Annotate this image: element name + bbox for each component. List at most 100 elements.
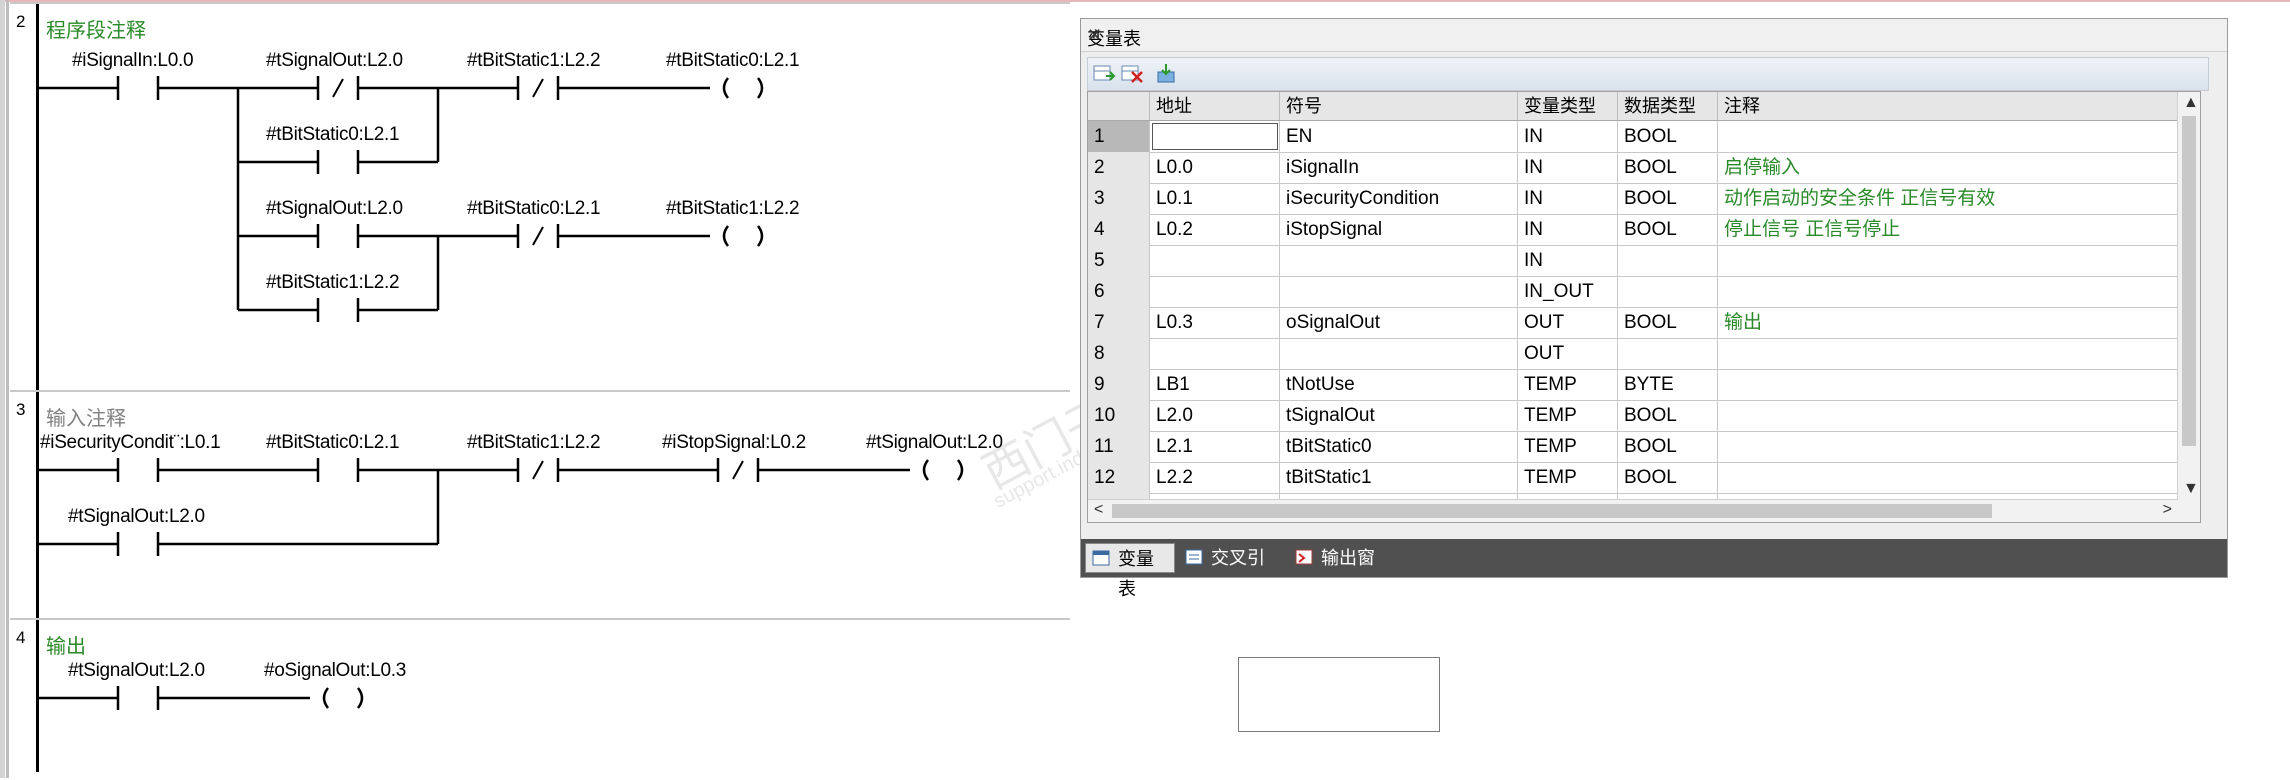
close-icon[interactable]: ✕	[1087, 25, 2219, 46]
cell-data-type[interactable]	[1618, 338, 1718, 369]
cell-comment[interactable]	[1718, 369, 2178, 400]
scroll-up-arrow[interactable]: ▲	[2183, 94, 2199, 112]
cell-comment[interactable]	[1718, 338, 2178, 369]
table-row[interactable]: 5 IN	[1088, 245, 2200, 277]
cell-data-type[interactable]: BOOL	[1618, 214, 1718, 245]
horizontal-scroll-thumb[interactable]	[1112, 504, 1992, 518]
delete-row-icon[interactable]	[1120, 62, 1144, 84]
cell-address[interactable]	[1150, 338, 1280, 369]
col-header-comment[interactable]: 注释	[1718, 92, 2178, 120]
cell-address[interactable]: L2.0	[1150, 400, 1280, 431]
cell-var-type[interactable]: TEMP	[1518, 400, 1618, 431]
cell-symbol[interactable]: tNotUse	[1280, 369, 1518, 400]
table-row[interactable]: 12 L2.2 tBitStatic1 TEMP BOOL	[1088, 462, 2200, 494]
cell-data-type[interactable]: BOOL	[1618, 307, 1718, 338]
cell-address[interactable]	[1150, 121, 1280, 152]
cell-data-type[interactable]: BOOL	[1618, 183, 1718, 214]
col-header-data-type[interactable]: 数据类型	[1618, 92, 1718, 120]
cell-symbol[interactable]: tBitStatic1	[1280, 462, 1518, 493]
cell-var-type[interactable]: TEMP	[1518, 462, 1618, 493]
tab-variable-table[interactable]: 变量表	[1085, 543, 1175, 599]
table-row[interactable]: 1 EN IN BOOL	[1088, 121, 2200, 153]
network-2[interactable]: 2 程序段注释 #iSignalIn:L0.0 #tSignalOut:L2.0…	[10, 2, 1070, 394]
cell-data-type[interactable]: BOOL	[1618, 431, 1718, 462]
table-row[interactable]: 2 L0.0 iSignalIn IN BOOL 启停输入	[1088, 152, 2200, 184]
cell-data-type[interactable]: BYTE	[1618, 369, 1718, 400]
cell-symbol[interactable]: iSignalIn	[1280, 152, 1518, 183]
insert-row-icon[interactable]	[1092, 62, 1116, 84]
cell-comment[interactable]	[1718, 431, 2178, 462]
cell-var-type[interactable]: OUT	[1518, 307, 1618, 338]
cell-var-type[interactable]: TEMP	[1518, 369, 1618, 400]
row-number-header	[1088, 92, 1150, 120]
cell-symbol[interactable]: iStopSignal	[1280, 214, 1518, 245]
cell-var-type[interactable]: TEMP	[1518, 431, 1618, 462]
cell-var-type[interactable]: IN_OUT	[1518, 276, 1618, 307]
cell-address[interactable]	[1150, 245, 1280, 276]
cell-data-type[interactable]: BOOL	[1618, 152, 1718, 183]
vertical-scrollbar[interactable]: ▲ ▼	[2177, 92, 2200, 522]
cell-address[interactable]: LB1	[1150, 369, 1280, 400]
horizontal-scrollbar[interactable]: < >	[1088, 499, 2178, 522]
cell-symbol[interactable]	[1280, 338, 1518, 369]
table-row[interactable]: 6 IN_OUT	[1088, 276, 2200, 308]
cell-var-type[interactable]: IN	[1518, 152, 1618, 183]
cell-data-type[interactable]: BOOL	[1618, 462, 1718, 493]
table-row[interactable]: 4 L0.2 iStopSignal IN BOOL 停止信号 正信号停止	[1088, 214, 2200, 246]
cell-var-type[interactable]: IN	[1518, 183, 1618, 214]
network-4[interactable]: 4 输出 #tSignalOut:L2.0 #oSignalOut:L0.3	[10, 618, 1070, 780]
cell-var-type[interactable]: IN	[1518, 121, 1618, 152]
col-header-address[interactable]: 地址	[1150, 92, 1280, 120]
cell-var-type[interactable]: OUT	[1518, 338, 1618, 369]
cell-var-type[interactable]: IN	[1518, 245, 1618, 276]
cell-address[interactable]: L2.1	[1150, 431, 1280, 462]
network-3[interactable]: 3 输入注释 #iSecurityCondit¨:L0.1 #tBitStati…	[10, 390, 1070, 620]
cell-symbol[interactable]: oSignalOut	[1280, 307, 1518, 338]
table-row[interactable]: 3 L0.1 iSecurityCondition IN BOOL 动作启动的安全条件 正…	[1088, 183, 2200, 215]
cell-comment[interactable]	[1718, 462, 2178, 493]
cell-address[interactable]: L0.3	[1150, 307, 1280, 338]
cell-var-type[interactable]: IN	[1518, 214, 1618, 245]
table-row[interactable]: 8 OUT	[1088, 338, 2200, 370]
variable-grid[interactable]: 地址 符号 变量类型 数据类型 注释 1 EN IN BOOL 2 L0.0 iSignal…	[1087, 91, 2201, 523]
table-row[interactable]: 7 L0.3 oSignalOut OUT BOOL 输出	[1088, 307, 2200, 339]
table-row[interactable]: 9 LB1 tNotUse TEMP BYTE	[1088, 369, 2200, 401]
table-row[interactable]: 10 L2.0 tSignalOut TEMP BOOL	[1088, 400, 2200, 432]
variable-table-window[interactable]: 变量表 ✕ 地址 符号 变量类型 数据类型 注释 1 EN IN BOOL 2 L0.0 i…	[1080, 18, 2228, 599]
cell-symbol[interactable]	[1280, 245, 1518, 276]
cell-symbol[interactable]	[1280, 276, 1518, 307]
cell-comment[interactable]: 输出	[1718, 307, 2178, 338]
cell-address[interactable]	[1150, 276, 1280, 307]
cell-data-type[interactable]	[1618, 276, 1718, 307]
col-header-var-type[interactable]: 变量类型	[1518, 92, 1618, 120]
cell-symbol[interactable]: iSecurityCondition	[1280, 183, 1518, 214]
cell-data-type[interactable]: BOOL	[1618, 121, 1718, 152]
tab-output-window[interactable]: 输出窗口	[1289, 543, 1393, 598]
scroll-down-arrow[interactable]: ▼	[2183, 480, 2199, 498]
vertical-scroll-thumb[interactable]	[2182, 116, 2196, 446]
table-row[interactable]: 11 L2.1 tBitStatic0 TEMP BOOL	[1088, 431, 2200, 463]
cell-data-type[interactable]	[1618, 245, 1718, 276]
cell-symbol[interactable]: tSignalOut	[1280, 400, 1518, 431]
cell-symbol[interactable]: tBitStatic0	[1280, 431, 1518, 462]
import-icon[interactable]	[1154, 62, 1178, 84]
cell-comment[interactable]: 停止信号 正信号停止	[1718, 214, 2178, 245]
cell-symbol[interactable]: EN	[1280, 121, 1518, 152]
scroll-left-arrow[interactable]: <	[1094, 501, 1103, 519]
scroll-right-arrow[interactable]: >	[2163, 501, 2172, 519]
tab-cross-reference[interactable]: 交叉引用	[1179, 543, 1283, 598]
col-header-symbol[interactable]: 符号	[1280, 92, 1518, 120]
cell-address[interactable]: L0.0	[1150, 152, 1280, 183]
cell-comment[interactable]	[1718, 400, 2178, 431]
cell-comment[interactable]: 动作启动的安全条件 正信号有效	[1718, 183, 2178, 214]
cell-comment[interactable]	[1718, 121, 2178, 152]
cell-comment[interactable]	[1718, 276, 2178, 307]
window-titlebar[interactable]: 变量表 ✕	[1081, 19, 2227, 52]
cell-comment[interactable]: 启停输入	[1718, 152, 2178, 183]
empty-box	[1238, 657, 1440, 732]
cell-address[interactable]: L2.2	[1150, 462, 1280, 493]
cell-address[interactable]: L0.2	[1150, 214, 1280, 245]
cell-address[interactable]: L0.1	[1150, 183, 1280, 214]
cell-comment[interactable]	[1718, 245, 2178, 276]
cell-data-type[interactable]: BOOL	[1618, 400, 1718, 431]
